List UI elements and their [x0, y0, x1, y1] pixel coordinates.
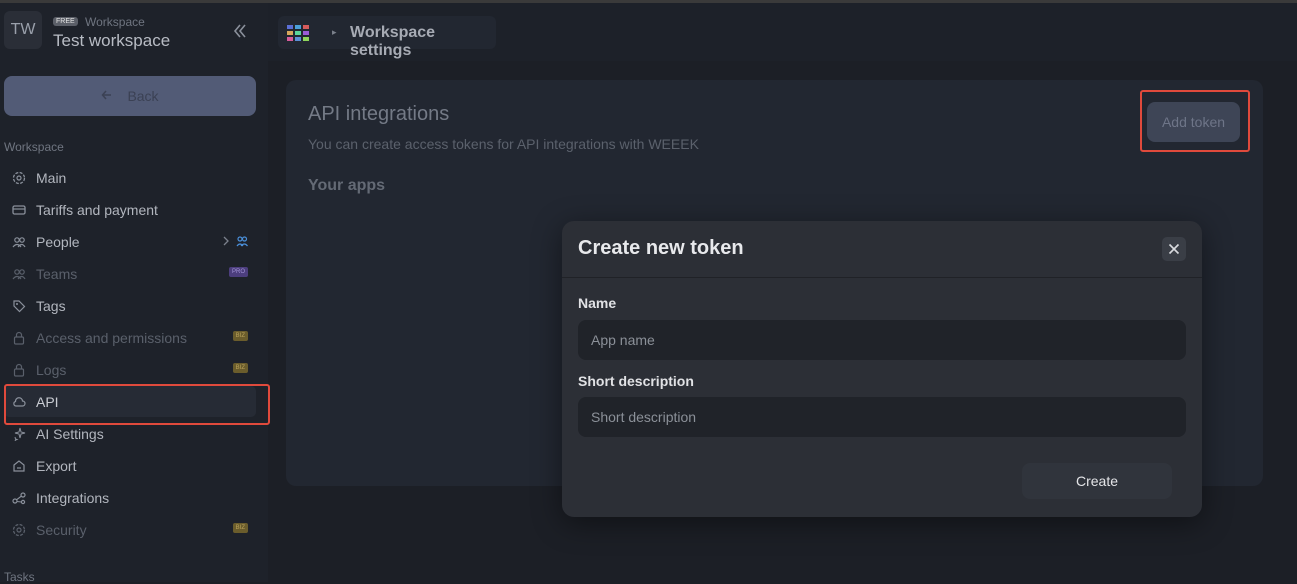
apps-grid-icon[interactable]: [287, 25, 309, 46]
sidebar-item-label: AI Settings: [36, 425, 104, 442]
people-extra: [222, 235, 248, 247]
sidebar-item-export[interactable]: Export: [4, 450, 256, 481]
lock-icon: [11, 362, 27, 378]
sidebar-item-label: Security: [36, 521, 87, 538]
biz-badge: BIZ: [232, 363, 248, 373]
card-icon: [11, 202, 27, 218]
sidebar-item-tags[interactable]: Tags: [4, 290, 256, 321]
sparkle-icon: [11, 426, 27, 442]
page-subtitle: You can create access tokens for API int…: [308, 136, 699, 152]
sidebar-item-label: Tags: [36, 297, 66, 314]
sidebar-item-label: Logs: [36, 361, 67, 378]
create-token-modal: Create new token Name Short description …: [562, 221, 1202, 517]
workspace-label: Workspace: [85, 15, 145, 29]
close-icon[interactable]: [1162, 237, 1186, 261]
sidebar-item-main[interactable]: Main: [4, 162, 256, 193]
section-label-workspace: Workspace: [4, 140, 64, 154]
arrow-left-icon: [101, 88, 113, 104]
breadcrumb-separator-icon: ▸: [332, 27, 337, 37]
sidebar-item-access[interactable]: Access and permissions BIZ: [4, 322, 256, 353]
create-button[interactable]: Create: [1022, 463, 1172, 499]
biz-badge: BIZ: [232, 331, 248, 341]
biz-badge: BIZ: [232, 523, 248, 533]
sidebar-item-integrations[interactable]: Integrations: [4, 482, 256, 513]
your-apps-heading: Your apps: [308, 177, 386, 194]
chevron-right-icon: [223, 236, 229, 246]
lock-icon: [11, 330, 27, 346]
sidebar-item-label: Export: [36, 457, 77, 474]
modal-divider: [562, 277, 1202, 278]
short-description-label: Short description: [578, 373, 694, 389]
name-label: Name: [578, 295, 617, 311]
tag-icon: [11, 298, 27, 314]
sidebar-item-logs[interactable]: Logs BIZ: [4, 354, 256, 385]
highlight-add-token: [1140, 90, 1250, 152]
sidebar-item-label: Teams: [36, 265, 78, 282]
breadcrumb-title: Workspace settings: [350, 24, 436, 59]
workspace-name[interactable]: Test workspace: [53, 31, 170, 51]
sidebar: TW FREE Workspace Test workspace Back Wo…: [0, 3, 268, 584]
team-icon: [11, 266, 27, 282]
gear-icon: [11, 522, 27, 538]
team-blue-icon: [236, 236, 248, 247]
sidebar-item-label: Integrations: [36, 489, 110, 506]
sidebar-item-tariffs[interactable]: Tariffs and payment: [4, 194, 256, 225]
plan-badge: FREE: [53, 17, 78, 26]
sidebar-item-label: Access and permissions: [36, 329, 187, 346]
sidebar-item-security[interactable]: Security BIZ: [4, 514, 256, 545]
sidebar-item-people[interactable]: People: [4, 226, 256, 257]
highlight-api-item: [4, 384, 270, 425]
app-name-input[interactable]: [578, 320, 1186, 360]
sidebar-item-teams[interactable]: Teams PRO: [4, 258, 256, 289]
pro-badge: PRO: [228, 267, 248, 277]
gear-icon: [11, 170, 27, 186]
sidebar-item-label: Main: [36, 169, 67, 186]
short-description-input[interactable]: [578, 397, 1186, 437]
back-button[interactable]: Back: [4, 76, 256, 116]
breadcrumb[interactable]: ▸ Workspace settings: [278, 16, 496, 59]
workspace-avatar[interactable]: TW: [4, 11, 42, 49]
export-icon: [11, 458, 27, 474]
top-header: ▸ Workspace settings: [268, 3, 1297, 61]
modal-title: Create new token: [578, 237, 744, 259]
sidebar-item-label: People: [36, 233, 80, 250]
collapse-sidebar-icon[interactable]: [229, 20, 251, 42]
page-title: API integrations: [308, 103, 450, 125]
integrations-icon: [11, 490, 27, 506]
people-icon: [11, 234, 27, 250]
back-label: Back: [127, 88, 159, 104]
sidebar-item-label: Tariffs and payment: [36, 201, 158, 218]
